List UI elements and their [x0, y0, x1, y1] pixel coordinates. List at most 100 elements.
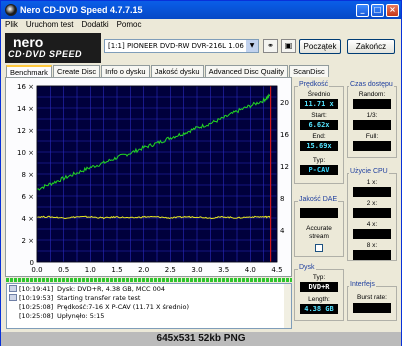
log-row: [10:25:08] Prędkość:7-16 X P-CAV (11.71 X… [7, 302, 291, 311]
cpu-1x-value [353, 187, 391, 197]
log-time: [10:19:53] [19, 293, 54, 302]
menu-bar: Plik Uruchom test Dodatki Pomoc [1, 19, 401, 31]
log-time: [10:25:08] [19, 311, 54, 320]
disc-type-label: Typ: [312, 274, 326, 281]
end-speed-value: 15.69x [300, 141, 338, 151]
log-text: Starting transfer rate test [57, 293, 141, 302]
y2-tick-label: 16 [280, 131, 289, 139]
menu-item-help[interactable]: Pomoc [113, 19, 146, 31]
y-tick-label: 16 × [17, 83, 34, 91]
speed-group-title: Prędkość [298, 81, 330, 88]
log-time: [10:19:41] [19, 284, 54, 293]
transfer-rate-chart: 02 ×4 ×6 ×8 ×10 ×12 ×14 ×16 ×481216200.0… [17, 83, 289, 274]
tab-disc-quality[interactable]: Jakość dysku [150, 65, 204, 77]
chevron-down-icon[interactable]: ▼ [246, 40, 258, 52]
x-tick-label: 3.5 [218, 266, 229, 274]
minimize-button[interactable]: _ [356, 3, 369, 17]
start-speed-value: 6.62x [300, 120, 338, 130]
y-tick-label: 2 × [21, 237, 34, 245]
log-row: [10:19:41] Dysk: DVD+R, 4.38 GB, MCC 004 [7, 284, 291, 293]
x-tick-label: 4.0 [245, 266, 256, 274]
burst-rate-value [353, 303, 391, 313]
app-window: Nero CD-DVD Speed 4.7.7.15 _ □ × Plik Ur… [0, 0, 402, 346]
log-text: Dysk: DVD+R, 4.38 GB, MCC 004 [57, 284, 166, 293]
disc-length-value: 4.38 GB [300, 304, 338, 314]
log-time: [10:25:08] [19, 302, 54, 311]
interface-group-title: Interfejs [349, 281, 376, 288]
access-time-group-title: Czas dostępu [349, 81, 394, 88]
tab-create-disc[interactable]: Create Disc [52, 65, 101, 77]
window-title: Nero CD-DVD Speed 4.7.7.15 [20, 5, 143, 15]
menu-item-extras[interactable]: Dodatki [77, 19, 112, 31]
log-entry-icon [9, 285, 17, 292]
speed-type-label: Typ: [312, 157, 326, 164]
maximize-button[interactable]: □ [371, 3, 384, 17]
disc-length-label: Length: [308, 296, 330, 303]
close-button[interactable]: × [386, 3, 399, 17]
y2-tick-label: 12 [280, 163, 289, 171]
x-tick-label: 1.5 [111, 266, 122, 274]
third-access-label: 1/3: [366, 112, 378, 119]
logo-subtitle: CD·DVD SPEED [8, 49, 83, 59]
start-button[interactable]: Początek [299, 39, 341, 54]
tab-scandisc[interactable]: ScanDisc [289, 65, 329, 77]
cpu-4x-value [353, 229, 391, 239]
y2-tick-label: 4 [280, 227, 285, 235]
y-tick-label: 4 × [21, 215, 34, 223]
image-caption: 645x531 52kb PNG [1, 332, 401, 346]
menu-item-file[interactable]: Plik [1, 19, 22, 31]
disc-type-value: DVD+R [300, 282, 338, 292]
cpu-8x-value [353, 250, 391, 260]
log-text: Prędkość:7-16 X P-CAV (11.71 X średnio) [57, 302, 190, 311]
y-tick-label: 12 × [17, 127, 34, 135]
speed-type-value: P-CAV [300, 165, 338, 175]
tab-disc-info[interactable]: Info o dysku [101, 65, 150, 77]
full-access-value [353, 141, 391, 151]
menu-item-run-test[interactable]: Uruchom test [22, 19, 78, 31]
log-row: [10:19:53] Starting transfer rate test [7, 293, 291, 302]
end-speed-label: End: [312, 133, 326, 140]
title-bar: Nero CD-DVD Speed 4.7.7.15 _ □ × [1, 1, 401, 19]
save-button[interactable]: ▣ [281, 39, 296, 53]
y2-tick-label: 8 [280, 195, 284, 203]
nero-logo: nero CD·DVD SPEED [5, 33, 101, 63]
cpu-2x-label: 2 x: [366, 200, 378, 207]
stop-button[interactable]: Zakończ [347, 39, 395, 54]
y-tick-label: 8 × [21, 171, 34, 179]
y-tick-label: 10 × [17, 149, 34, 157]
floppy-disk-icon: ▣ [284, 41, 293, 50]
progress-bar [6, 278, 292, 282]
cpu-4x-label: 4 x: [366, 221, 378, 228]
log-text: Upłynęło: 5:15 [57, 311, 105, 320]
log-scrollbar[interactable] [284, 284, 291, 328]
avg-speed-label: Średnio [307, 91, 331, 98]
start-speed-label: Start: [311, 112, 327, 119]
cpu-usage-group-title: Użycie CPU [349, 168, 389, 175]
log-list: [10:19:41] Dysk: DVD+R, 4.38 GB, MCC 004 … [6, 283, 292, 329]
x-tick-label: 2.0 [138, 266, 149, 274]
app-disc-icon [5, 4, 17, 16]
log-entry-icon [9, 294, 17, 301]
drive-select[interactable]: [1:1] PIONEER DVD-RW DVR-216L 1.06 ▼ [104, 39, 259, 53]
avg-speed-value: 11.71 x [300, 99, 338, 109]
x-tick-label: 0.5 [58, 266, 69, 274]
accurate-stream-label: Accurate stream [306, 225, 332, 240]
cpu-2x-value [353, 208, 391, 218]
x-tick-label: 4.5 [271, 266, 282, 274]
x-tick-label: 1.0 [85, 266, 96, 274]
full-access-label: Full: [365, 133, 379, 140]
drive-select-value: [1:1] PIONEER DVD-RW DVR-216L 1.06 [108, 42, 244, 50]
dae-quality-value [300, 208, 338, 218]
random-access-label: Random: [358, 91, 386, 98]
log-row: [10:25:08] Upłynęło: 5:15 [7, 311, 291, 320]
y-tick-label: 6 × [21, 193, 34, 201]
cpu-1x-label: 1 x: [366, 179, 378, 186]
accurate-stream-checkbox[interactable] [315, 244, 323, 252]
x-tick-label: 0.0 [31, 266, 42, 274]
tab-advanced-disc-quality[interactable]: Advanced Disc Quality [204, 65, 289, 77]
drive-info-button[interactable]: ⚭ [263, 39, 278, 53]
y-tick-label: 14 × [17, 105, 34, 113]
cpu-8x-label: 8 x: [366, 242, 378, 249]
burst-rate-label: Burst rate: [357, 294, 387, 301]
y2-tick-label: 20 [280, 99, 289, 107]
